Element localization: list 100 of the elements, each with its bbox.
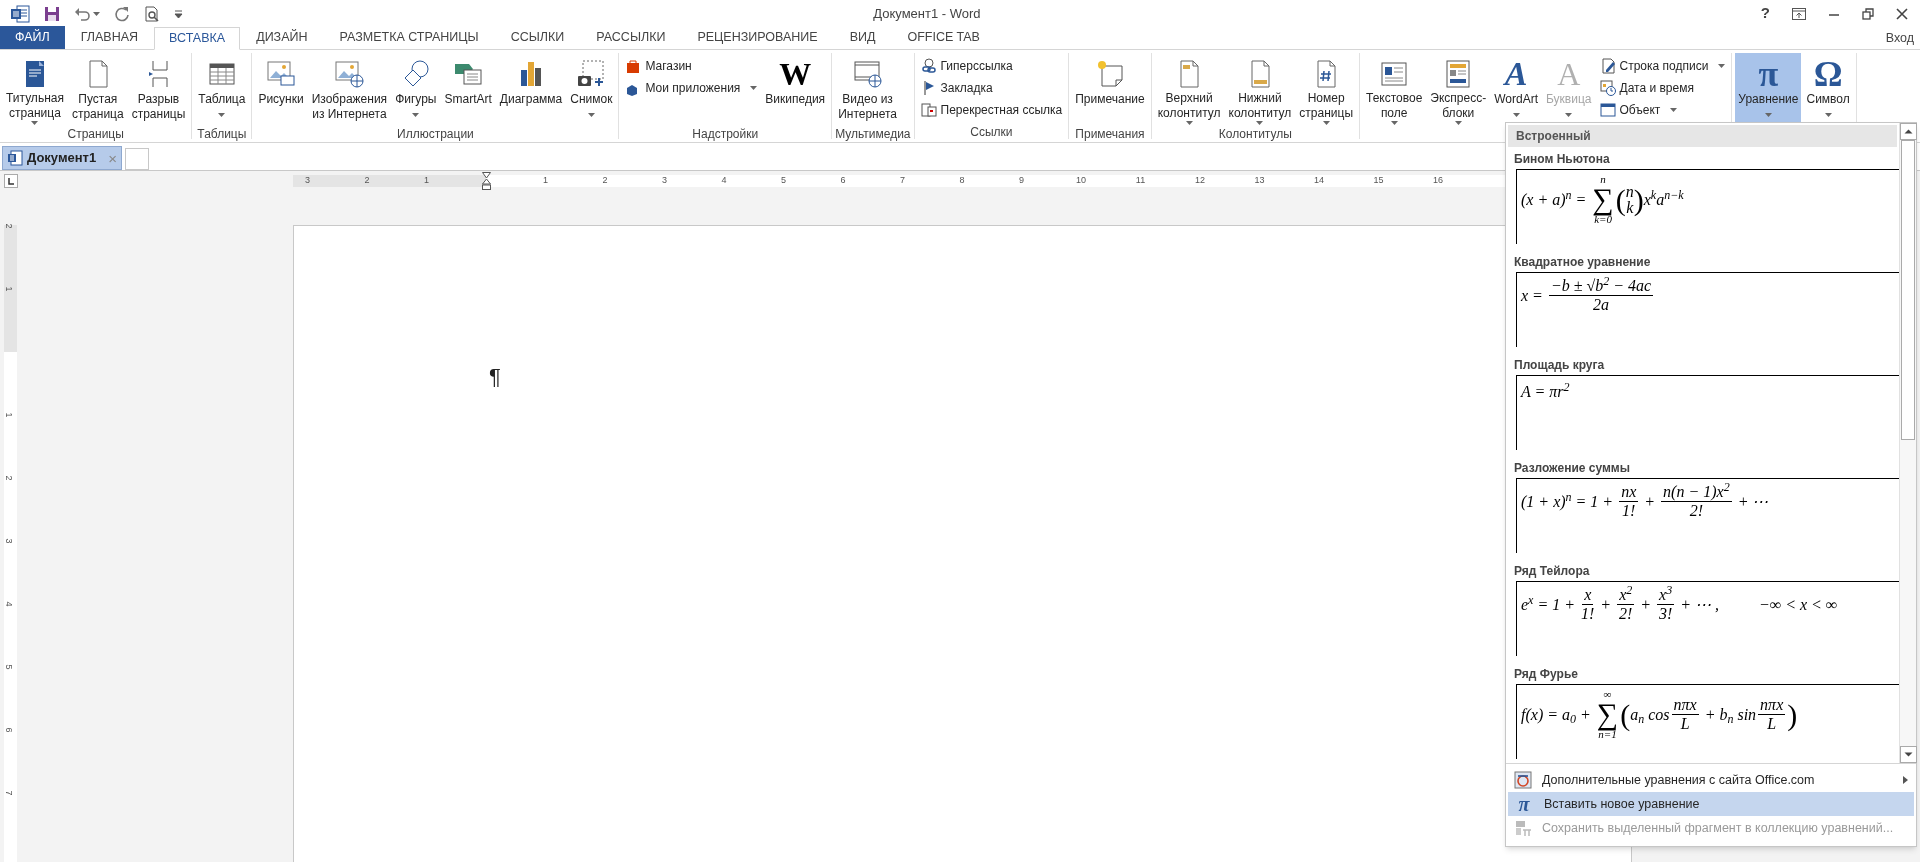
caret-icon (1390, 121, 1398, 125)
ribbon-button[interactable]: Дата и время (1596, 77, 1729, 99)
submenu-arrow-icon (1903, 776, 1908, 784)
ribbon-button[interactable]: Титульная страница (3, 53, 67, 125)
ribbon-button[interactable]: Пустая страница (68, 53, 127, 125)
ruler-number: 3 (662, 174, 667, 186)
ribbon-button[interactable]: Гиперссылка (917, 55, 1066, 77)
cross-reference-icon (920, 102, 937, 118)
ribbon-tab[interactable]: ВСТАВКА (154, 27, 241, 50)
ribbon-button[interactable]: Магазин (622, 55, 761, 77)
ribbon-button[interactable]: Текстовое поле (1363, 53, 1426, 125)
serif-w-icon: W (779, 57, 812, 91)
ruler-number: 3 (3, 538, 14, 544)
ribbon-button[interactable]: Рисунки (255, 53, 307, 125)
equation-title: Ряд Тейлора (1513, 563, 1591, 580)
ribbon-button[interactable]: Верхний колонтитул (1154, 53, 1224, 125)
ribbon-button[interactable]: Таблица (195, 53, 249, 125)
video-icon (851, 58, 884, 90)
ruler-number: 16 (1433, 174, 1443, 186)
ribbon-button[interactable]: W Википедия (762, 53, 829, 125)
ribbon-tab[interactable]: ГЛАВНАЯ (64, 26, 155, 49)
ribbon-tab[interactable]: ССЫЛКИ (494, 26, 581, 49)
print-preview-icon[interactable] (144, 5, 160, 22)
ribbon-button[interactable]: Строка подписи (1596, 55, 1729, 77)
ribbon-button[interactable]: Закладка (917, 77, 1066, 99)
group-label: Надстройки (692, 126, 759, 141)
caret-icon (1670, 108, 1678, 112)
wordart-icon: A (1504, 57, 1528, 91)
customize-menu-icon[interactable] (174, 9, 183, 18)
equation-title: Площадь круга (1513, 357, 1606, 374)
close-icon[interactable] (1896, 7, 1908, 20)
equation-title: Бином Ньютона (1513, 151, 1611, 168)
help-button[interactable]: ? (1760, 2, 1770, 25)
group-label: Страницы (67, 126, 124, 141)
caret-icon (1256, 121, 1264, 125)
save-icon[interactable] (44, 5, 60, 22)
ribbon-button[interactable]: Объект (1596, 99, 1729, 121)
ruler-number: 9 (1019, 174, 1024, 186)
document-tab[interactable]: Документ1 × (2, 146, 122, 170)
caret-icon (93, 11, 100, 16)
ribbon-button[interactable]: Перекрестная ссылка (917, 99, 1066, 121)
ruler-number: 10 (1076, 174, 1086, 186)
ribbon-button[interactable]: Видео из Интернета (835, 53, 901, 125)
ruler-number: 7 (900, 174, 905, 186)
ruler-number: 1 (543, 174, 548, 186)
scroll-down-icon[interactable] (1900, 746, 1917, 763)
ribbon-button[interactable]: Разрыв страницы (128, 53, 189, 125)
ribbon-button[interactable]: Ω Символ (1803, 53, 1853, 125)
tab-title: Документ1 (27, 149, 97, 168)
ribbon-tab[interactable]: ВИД (833, 26, 892, 49)
ribbon-button[interactable]: SmartArt (441, 53, 495, 125)
ruler-number: 8 (959, 174, 965, 186)
omega-icon: Ω (1813, 57, 1843, 91)
ribbon-button[interactable]: Нижний колонтитул (1225, 53, 1295, 125)
caret-icon (1764, 112, 1772, 117)
ruler-number: 2 (3, 475, 14, 481)
hyperlink-icon (920, 58, 937, 74)
ribbon-tab[interactable]: ФАЙЛ (0, 26, 65, 49)
ribbon-button[interactable]: Примечание (1072, 53, 1148, 125)
ribbon-button[interactable]: π Уравнение (1735, 53, 1802, 125)
scrollbar-thumb[interactable] (1901, 140, 1915, 440)
ribbon-tab[interactable]: OFFICE TAB (891, 26, 996, 49)
ruler-number: 5 (781, 174, 786, 186)
ribbon-tab[interactable]: РАЗМЕТКА СТРАНИЦЫ (323, 26, 495, 49)
scroll-up-icon[interactable] (1900, 123, 1917, 140)
ruler-number: 4 (3, 601, 14, 607)
ruler-number: 7 (3, 790, 14, 796)
restore-icon[interactable] (1862, 7, 1874, 20)
ruler-number: 6 (840, 174, 846, 186)
equation-gallery-icon (1514, 771, 1532, 789)
paragraph-mark: ¶ (489, 364, 501, 389)
ruler-number: 3 (305, 174, 310, 186)
ruler-number: 2 (602, 174, 608, 186)
formula: A = πr$^{2}$ (1521, 380, 1570, 402)
pi-icon: π (1758, 57, 1779, 91)
redo-icon[interactable] (114, 5, 130, 22)
group-label: Колонтитулы (1218, 126, 1292, 141)
tab-stop-icon[interactable] (4, 174, 18, 188)
ruler-number: 13 (1254, 174, 1265, 186)
caret-icon (412, 112, 420, 117)
ribbon-display-options-icon[interactable] (1792, 7, 1806, 20)
ribbon-button[interactable]: Диаграмма (496, 53, 566, 125)
ribbon-button[interactable]: Экспресс- блоки (1427, 53, 1490, 125)
caret-icon (1322, 121, 1330, 125)
ribbon-button[interactable]: Номер страницы (1296, 53, 1356, 125)
sign-in-link[interactable]: Вход (1885, 28, 1920, 48)
menu-item[interactable]: π Вставить новое уравнение (1508, 792, 1914, 816)
ribbon-tab[interactable]: РАССЫЛКИ (580, 26, 682, 49)
ruler-number: 5 (3, 664, 14, 670)
ribbon-tab[interactable]: ДИЗАЙН (240, 26, 324, 49)
ruler-number: 1 (3, 412, 14, 418)
group-label: Ссылки (970, 124, 1013, 139)
ribbon-tab[interactable]: РЕЦЕНЗИРОВАНИЕ (681, 26, 834, 49)
ruler-number: 12 (1195, 174, 1205, 186)
ribbon-button[interactable]: Фигуры (392, 53, 440, 125)
ribbon-button[interactable]: Снимок (567, 53, 616, 125)
ribbon-button[interactable]: Изображения из Интернета (308, 53, 391, 125)
ribbon-button[interactable]: A WordArt (1491, 53, 1541, 125)
group-label: Мультимедиа (835, 126, 911, 141)
ribbon-button[interactable]: Мои приложения (622, 77, 761, 99)
